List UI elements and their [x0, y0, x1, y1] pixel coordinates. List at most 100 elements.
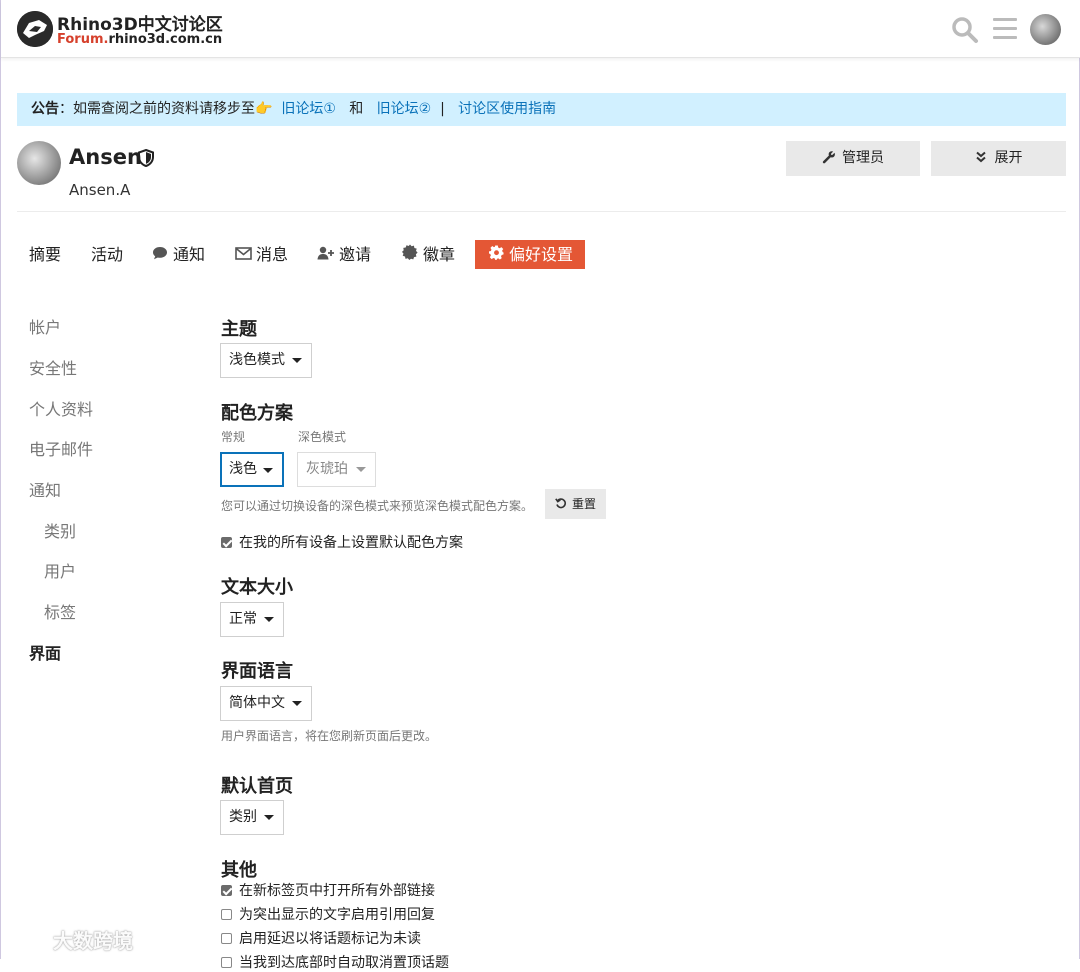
- undo-icon: [555, 498, 566, 509]
- tab-notifications[interactable]: 通知: [151, 240, 205, 269]
- tab-messages-label: 消息: [256, 245, 289, 264]
- user-name: Ansen: [69, 145, 142, 169]
- sidebar-item-interface[interactable]: 界面: [29, 640, 61, 664]
- default-homepage-value: 类别: [229, 809, 257, 825]
- caret-down-icon: [263, 468, 273, 473]
- announcement-text: ：如需查阅之前的资料请移步至👉: [59, 101, 273, 117]
- caret-down-icon: [356, 467, 366, 472]
- scheme-regular-label: 常规: [221, 430, 246, 444]
- shield-icon: [138, 148, 154, 168]
- forum-guide-link[interactable]: 讨论区使用指南: [458, 101, 556, 117]
- watermark-text: 大数跨境: [53, 929, 133, 953]
- tab-preferences-label: 偏好设置: [509, 245, 574, 264]
- reset-button[interactable]: 重置: [545, 489, 606, 519]
- admin-button-label: 管理员: [842, 150, 884, 166]
- scheme-dark-value: 灰琥珀: [306, 461, 348, 477]
- current-user-avatar[interactable]: [1030, 14, 1061, 45]
- site-subtitle[interactable]: Forum.rhino3d.com.cn: [57, 32, 222, 47]
- search-icon[interactable]: [951, 16, 979, 44]
- language-heading: 界面语言: [221, 661, 293, 682]
- announcement-and: 和: [349, 101, 364, 117]
- default-homepage-select[interactable]: 类别: [220, 800, 284, 835]
- mark-unread-delay-label: 启用延迟以将话题标记为未读: [239, 931, 421, 947]
- other-heading: 其他: [221, 860, 257, 881]
- sidebar-item-security[interactable]: 安全性: [29, 355, 77, 379]
- scheme-regular-select[interactable]: 浅色: [220, 452, 284, 487]
- user-avatar[interactable]: [17, 141, 61, 185]
- scheme-default-all-label: 在我的所有设备上设置默认配色方案: [239, 535, 463, 551]
- tab-messages[interactable]: 消息: [234, 240, 288, 269]
- sidebar-item-notifications[interactable]: 通知: [29, 477, 61, 501]
- gear-icon: [487, 242, 505, 271]
- announcement-label: 公告: [31, 101, 59, 117]
- tab-badges[interactable]: 徽章: [401, 240, 455, 269]
- caret-down-icon: [292, 701, 302, 706]
- site-subtitle-domain: rhino3d.com.cn: [108, 32, 223, 47]
- quote-reply-label: 为突出显示的文字启用引用回复: [239, 907, 435, 923]
- tab-activity[interactable]: 活动: [91, 240, 123, 269]
- external-links-new-tab-checkbox[interactable]: [221, 885, 232, 896]
- tab-notifications-label: 通知: [173, 245, 206, 264]
- comment-icon: [151, 242, 169, 271]
- announcement-banner: 公告：如需查阅之前的资料请移步至👉 旧论坛① 和 旧论坛② | 讨论区使用指南: [17, 93, 1066, 126]
- other-option-row[interactable]: 当我到达底部时自动取消置顶话题: [221, 952, 449, 972]
- admin-button[interactable]: 管理员: [786, 141, 920, 176]
- caret-down-icon: [264, 617, 274, 622]
- language-select[interactable]: 简体中文: [220, 686, 312, 721]
- expand-button-label: 展开: [994, 150, 1023, 166]
- sidebar-item-tags[interactable]: 标签: [44, 599, 76, 623]
- site-logo-icon[interactable]: [17, 11, 53, 47]
- site-subtitle-prefix: Forum.: [57, 32, 109, 47]
- language-hint: 用户界面语言，将在您刷新页面后更改。: [221, 729, 438, 743]
- tab-summary[interactable]: 摘要: [29, 240, 61, 269]
- tab-summary-label: 摘要: [29, 245, 62, 264]
- text-size-select[interactable]: 正常: [220, 602, 284, 637]
- sidebar-item-email[interactable]: 电子邮件: [29, 436, 93, 460]
- scheme-dark-label: 深色模式: [298, 430, 347, 444]
- text-size-heading: 文本大小: [221, 577, 293, 598]
- other-option-row[interactable]: 在新标签页中打开所有外部链接: [221, 880, 435, 900]
- watermark-logo-icon: [8, 932, 48, 950]
- site-header: Rhino3D中文讨论区 Forum.rhino3d.com.cn: [1, 0, 1080, 58]
- tab-activity-label: 活动: [91, 245, 124, 264]
- certificate-icon: [401, 242, 419, 271]
- theme-select[interactable]: 浅色模式: [220, 343, 312, 378]
- scheme-hint: 您可以通过切换设备的深色模式来预览深色模式配色方案。: [221, 499, 534, 513]
- other-option-row[interactable]: 为突出显示的文字启用引用回复: [221, 904, 435, 924]
- hamburger-menu-icon[interactable]: [993, 18, 1017, 40]
- sidebar-item-users[interactable]: 用户: [44, 558, 76, 582]
- reset-button-label: 重置: [571, 497, 596, 511]
- expand-button[interactable]: 展开: [931, 141, 1066, 176]
- external-links-new-tab-label: 在新标签页中打开所有外部链接: [239, 883, 435, 899]
- other-option-row[interactable]: 启用延迟以将话题标记为未读: [221, 928, 421, 948]
- double-chevron-down-icon: [975, 151, 986, 163]
- theme-select-value: 浅色模式: [229, 352, 285, 368]
- sidebar-item-account[interactable]: 帐户: [29, 314, 61, 338]
- divider: [17, 211, 1066, 212]
- scheme-dark-select[interactable]: 灰琥珀: [297, 452, 376, 487]
- language-value: 简体中文: [229, 695, 285, 711]
- old-forum-link-2[interactable]: 旧论坛②: [377, 101, 432, 117]
- watermark: 大数跨境: [8, 925, 133, 954]
- tab-preferences[interactable]: 偏好设置: [475, 240, 586, 271]
- scheme-regular-value: 浅色: [229, 461, 257, 477]
- quote-reply-checkbox[interactable]: [221, 909, 232, 920]
- user-plus-icon: [317, 242, 335, 271]
- default-homepage-heading: 默认首页: [221, 776, 293, 797]
- theme-heading: 主题: [221, 319, 257, 340]
- caret-down-icon: [292, 358, 302, 363]
- tab-invites-label: 邀请: [339, 245, 372, 264]
- text-size-value: 正常: [229, 611, 257, 627]
- old-forum-link-1[interactable]: 旧论坛①: [281, 101, 336, 117]
- mark-unread-delay-checkbox[interactable]: [221, 933, 232, 944]
- envelope-icon: [234, 242, 252, 271]
- tab-invites[interactable]: 邀请: [317, 240, 371, 269]
- color-scheme-heading: 配色方案: [221, 403, 293, 424]
- sidebar-item-profile[interactable]: 个人资料: [29, 396, 93, 420]
- announcement-separator: |: [440, 101, 445, 117]
- scheme-default-all-row[interactable]: 在我的所有设备上设置默认配色方案: [221, 532, 463, 552]
- sidebar-item-categories[interactable]: 类别: [44, 518, 76, 542]
- user-handle: Ansen.A: [69, 181, 131, 199]
- tab-badges-label: 徽章: [423, 245, 456, 264]
- scheme-default-all-checkbox[interactable]: [221, 537, 232, 548]
